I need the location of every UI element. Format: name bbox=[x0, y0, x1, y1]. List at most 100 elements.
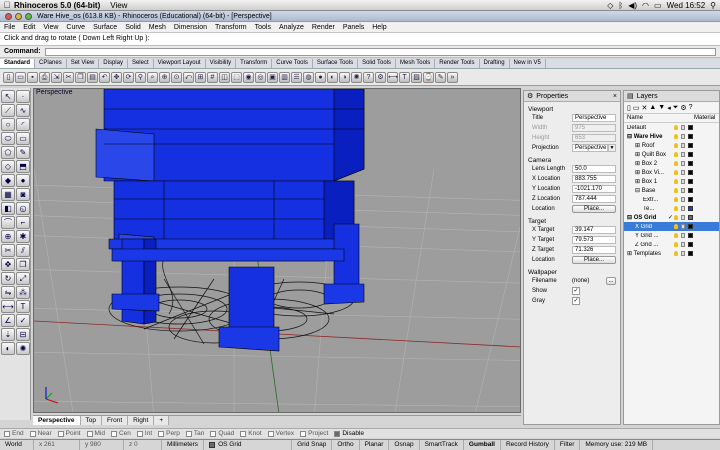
analyze-tool-icon[interactable]: ∠ bbox=[1, 314, 15, 327]
tab-surface-tools[interactable]: Surface Tools bbox=[313, 59, 359, 68]
apple-icon[interactable]:  bbox=[0, 0, 14, 10]
dim-tool-icon[interactable]: ⟷ bbox=[1, 300, 15, 313]
split-tool-icon[interactable]: ⫽ bbox=[16, 244, 30, 257]
col-material[interactable]: Material bbox=[694, 115, 715, 121]
plane-tool-icon[interactable]: ◇ bbox=[1, 160, 15, 173]
layer-color-swatch[interactable] bbox=[688, 206, 693, 211]
minimize-window-icon[interactable] bbox=[15, 12, 22, 20]
render-icon[interactable]: ◐ bbox=[327, 71, 338, 83]
tab-cplanes[interactable]: CPlanes bbox=[35, 59, 67, 68]
osnap-cen[interactable]: Cen bbox=[110, 430, 131, 437]
menu-panels[interactable]: Panels bbox=[339, 24, 368, 31]
scale-tool-icon[interactable]: ⤢ bbox=[16, 272, 30, 285]
ellipse-tool-icon[interactable]: ⬭ bbox=[1, 132, 15, 145]
menu-file[interactable]: File bbox=[0, 24, 19, 31]
osnap-point-checkbox[interactable] bbox=[57, 430, 64, 437]
explode-tool-icon[interactable]: ✱ bbox=[16, 230, 30, 243]
tab-viewport-layout[interactable]: Viewport Layout bbox=[154, 59, 206, 68]
trim-tool-icon[interactable]: ✂ bbox=[1, 244, 15, 257]
tab-visibility[interactable]: Visibility bbox=[206, 59, 237, 68]
osnap-near[interactable]: Near bbox=[29, 430, 52, 437]
expand-toggle-icon[interactable]: ⊟ bbox=[627, 134, 634, 140]
polyline-tool-icon[interactable]: ⟋ bbox=[1, 104, 15, 117]
lock-icon[interactable] bbox=[681, 242, 685, 247]
menu-view[interactable]: View bbox=[39, 24, 62, 31]
pan-icon[interactable]: ✥ bbox=[111, 71, 122, 83]
status-grid-snap[interactable]: Grid Snap bbox=[292, 440, 333, 450]
lock-icon[interactable] bbox=[681, 179, 685, 184]
copy-tool-icon[interactable]: ❐ bbox=[16, 258, 30, 271]
layer-row[interactable]: ⊞ Quilt Box bbox=[624, 150, 719, 159]
new-file-icon[interactable]: ▯ bbox=[3, 71, 14, 83]
lock-icon[interactable] bbox=[681, 152, 685, 157]
options-icon[interactable]: ⚙ bbox=[375, 71, 386, 83]
menu-surface[interactable]: Surface bbox=[89, 24, 121, 31]
menu-dimension[interactable]: Dimension bbox=[170, 24, 211, 31]
visibility-bulb-icon[interactable] bbox=[674, 206, 678, 211]
grid-icon[interactable]: # bbox=[207, 71, 218, 83]
curve-tool-icon[interactable]: ∿ bbox=[16, 104, 30, 117]
chamfer-tool-icon[interactable]: ⌐ bbox=[16, 216, 30, 229]
layer-color-swatch[interactable] bbox=[688, 125, 693, 130]
gray-checkbox[interactable]: ✓ bbox=[572, 297, 580, 305]
filter-icon[interactable]: ⏷ bbox=[673, 104, 679, 112]
layer-color-swatch[interactable] bbox=[688, 242, 693, 247]
close-panel-icon[interactable]: × bbox=[613, 93, 620, 100]
prop-zloc-field[interactable]: 787.444 bbox=[572, 195, 616, 203]
import-icon[interactable]: ⇲ bbox=[51, 71, 62, 83]
layer-tools-icon[interactable]: ⚙ bbox=[680, 104, 686, 112]
rotate-tool-icon[interactable]: ↻ bbox=[1, 272, 15, 285]
rectangle-tool-icon[interactable]: ▭ bbox=[16, 132, 30, 145]
text-icon[interactable]: T bbox=[399, 71, 410, 83]
status-cplane[interactable]: World bbox=[0, 440, 34, 450]
join-tool-icon[interactable]: ⊕ bbox=[1, 230, 15, 243]
layer-color-swatch[interactable] bbox=[688, 188, 693, 193]
tab-render-tools[interactable]: Render Tools bbox=[435, 59, 480, 68]
visibility-bulb-icon[interactable] bbox=[674, 179, 678, 184]
add-viewport-tab-button[interactable]: + bbox=[154, 416, 170, 425]
text-tool-icon[interactable]: T bbox=[16, 300, 30, 313]
chevron-down-icon[interactable]: ▼ bbox=[608, 144, 616, 152]
osnap-disable-checkbox[interactable] bbox=[334, 430, 341, 437]
show-checkbox[interactable]: ✓ bbox=[572, 287, 580, 295]
layer-color-swatch[interactable] bbox=[688, 215, 693, 220]
status-gumball[interactable]: Gumball bbox=[464, 440, 501, 450]
close-window-icon[interactable] bbox=[5, 12, 12, 20]
command-input[interactable] bbox=[44, 48, 716, 56]
circle-tool-icon[interactable]: ○ bbox=[1, 118, 15, 131]
rendered-icon[interactable]: ● bbox=[315, 71, 326, 83]
layer-color-swatch[interactable] bbox=[688, 170, 693, 175]
prop-ztarget-field[interactable]: 71.326 bbox=[572, 246, 616, 254]
volume-icon[interactable]: ◀) bbox=[628, 1, 637, 10]
osnap-int-checkbox[interactable] bbox=[136, 430, 143, 437]
osnap-knot-checkbox[interactable] bbox=[240, 430, 247, 437]
expand-toggle-icon[interactable]: ⊞ bbox=[635, 161, 642, 167]
view-menu[interactable]: View bbox=[110, 1, 127, 10]
osnap-vertex[interactable]: Vertex bbox=[267, 430, 294, 437]
osnap-point[interactable]: Point bbox=[57, 430, 81, 437]
osnap-tan-checkbox[interactable] bbox=[185, 430, 192, 437]
delete-layer-icon[interactable]: ✕ bbox=[641, 104, 647, 112]
sphere-tool-icon[interactable]: ● bbox=[16, 174, 30, 187]
layer-row[interactable]: Z Grid ... bbox=[624, 240, 719, 249]
camera-place-button[interactable]: Place... bbox=[572, 205, 616, 213]
prop-title-field[interactable]: Perspective bbox=[572, 114, 616, 122]
menu-transform[interactable]: Transform bbox=[211, 24, 251, 31]
layer-row[interactable]: ⊞ Roof bbox=[624, 141, 719, 150]
layer-color-swatch[interactable] bbox=[688, 179, 693, 184]
section-tool-icon[interactable]: ⊟ bbox=[16, 328, 30, 341]
lock-icon[interactable] bbox=[681, 215, 685, 220]
expand-toggle-icon[interactable]: ⊞ bbox=[635, 170, 642, 176]
loft-tool-icon[interactable]: ◧ bbox=[1, 202, 15, 215]
layer-color-swatch[interactable] bbox=[688, 134, 693, 139]
perspective-viewport[interactable]: Perspective bbox=[33, 88, 521, 413]
bluetooth-icon[interactable]: ᛒ bbox=[618, 1, 623, 10]
zoom-extents-icon[interactable]: ⊕ bbox=[159, 71, 170, 83]
move-level-up-icon[interactable]: ◂ bbox=[667, 104, 671, 112]
layer-row[interactable]: Extr... bbox=[624, 195, 719, 204]
mirror-tool-icon[interactable]: ⇋ bbox=[1, 286, 15, 299]
open-file-icon[interactable]: ▭ bbox=[15, 71, 26, 83]
osnap-quad[interactable]: Quad bbox=[210, 430, 234, 437]
dropbox-icon[interactable]: ◇ bbox=[607, 1, 613, 10]
osnap-tan[interactable]: Tan bbox=[185, 430, 204, 437]
